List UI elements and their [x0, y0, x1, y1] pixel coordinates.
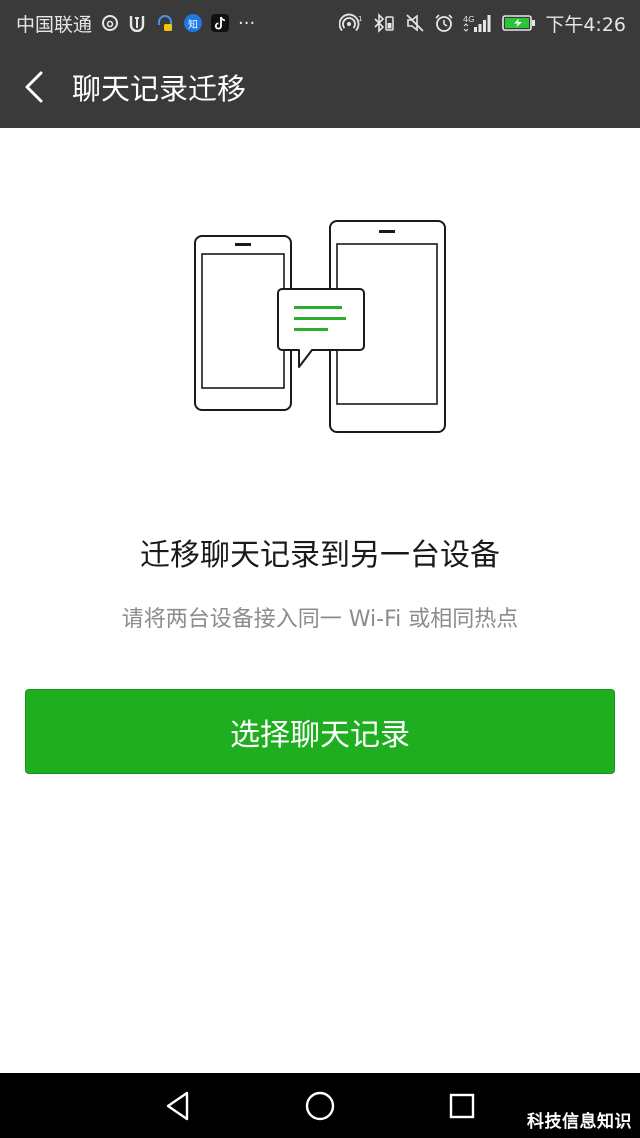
- alarm-icon: [434, 13, 454, 33]
- signal-4g-icon: 4G: [463, 13, 493, 33]
- nav-home-button[interactable]: [285, 1073, 355, 1138]
- clock-label: 下午4:26: [545, 13, 626, 36]
- bluetooth-battery-icon: [372, 13, 396, 33]
- hotspot-icon: 1: [339, 13, 363, 33]
- more-dots-icon: ···: [238, 12, 256, 34]
- status-right: 1 4G 下午4:26: [339, 10, 626, 37]
- headset-app-icon: [155, 13, 175, 33]
- status-left: 中国联通 知 ···: [16, 10, 255, 37]
- instruction-text: 请将两台设备接入同一 Wi-Fi 或相同热点: [121, 607, 519, 632]
- tiktok-icon: [211, 14, 230, 32]
- square-recents-icon: [449, 1093, 475, 1118]
- device-transfer-illustration: [190, 218, 450, 438]
- page-title: 聊天记录迁移: [72, 72, 247, 106]
- svg-text:1: 1: [358, 15, 362, 23]
- nav-back-button[interactable]: [143, 1073, 213, 1138]
- battery-charging-icon: [502, 14, 536, 32]
- phones-chat-icon: [194, 220, 446, 433]
- netease-music-icon: [101, 14, 119, 32]
- back-button[interactable]: [0, 46, 68, 128]
- triangle-back-icon: [166, 1091, 189, 1120]
- mute-icon: [405, 13, 425, 33]
- ut-icon: [128, 14, 146, 32]
- carrier-label: 中国联通: [16, 13, 93, 36]
- signal-label: 4G: [463, 15, 474, 24]
- watermark-text: 科技信息知识: [527, 1112, 632, 1132]
- nav-recents-button[interactable]: [427, 1073, 497, 1138]
- nav-bar: 聊天记录迁移: [0, 46, 640, 128]
- zhihu-icon: 知: [184, 14, 203, 32]
- system-navigation-bar: 科技信息知识: [0, 1073, 640, 1138]
- status-bar: 中国联通 知 ··· 1 4G 下午4:26: [0, 0, 640, 46]
- circle-home-icon: [305, 1091, 335, 1120]
- chevron-left-icon: [25, 71, 43, 103]
- select-chat-history-button[interactable]: 选择聊天记录: [25, 689, 615, 774]
- headline: 迁移聊天记录到另一台设备: [140, 538, 500, 573]
